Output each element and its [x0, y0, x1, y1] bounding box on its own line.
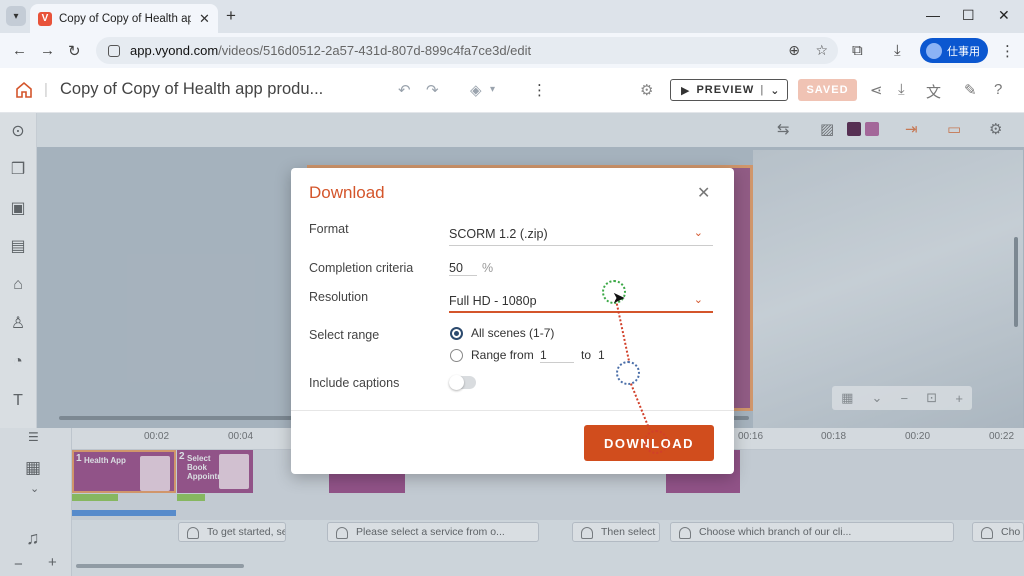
format-value: SCORM 1.2 (.zip) — [449, 227, 548, 241]
include-captions-toggle[interactable] — [449, 375, 476, 390]
click-marker-icon — [616, 361, 640, 385]
completion-input[interactable]: 50 — [449, 261, 477, 276]
format-chevron-icon: ⌄ — [693, 227, 703, 239]
site-info-icon[interactable] — [108, 44, 120, 57]
undo-icon[interactable]: ↶ — [398, 81, 411, 99]
vyond-favicon-icon: V — [38, 11, 52, 26]
maximize-icon[interactable]: ☐ — [962, 7, 975, 24]
range-from-label[interactable]: Range from — [471, 348, 534, 362]
completion-unit: % — [482, 261, 494, 275]
preview-divider: | — [760, 84, 765, 96]
dialog-divider — [291, 410, 734, 411]
reload-icon[interactable]: ↻ — [68, 42, 81, 60]
layers-icon[interactable]: ◈ — [470, 81, 482, 99]
resolution-value: Full HD - 1080p — [449, 294, 537, 308]
captions-label: Include captions — [309, 376, 400, 390]
browser-toolbar: ← → ↻ app.vyond.com /videos/516d0512-2a5… — [0, 33, 1024, 68]
browser-menu-icon[interactable]: ⋮ — [1000, 42, 1015, 60]
url-path: /videos/516d0512-2a57-431d-807d-899c4fa7… — [218, 43, 532, 58]
range-label: Select range — [309, 328, 380, 342]
preview-chevron-icon[interactable]: ⌄ — [770, 84, 780, 97]
new-tab-icon[interactable]: + — [226, 6, 236, 26]
resolution-label: Resolution — [309, 290, 369, 304]
settings-gear-icon[interactable]: ⚙ — [640, 81, 653, 99]
format-select[interactable]: SCORM 1.2 (.zip) ⌄ — [449, 224, 713, 246]
all-scenes-radio[interactable] — [450, 327, 463, 340]
layers-chevron-icon[interactable]: ▾ — [490, 84, 495, 95]
redo-icon[interactable]: ↷ — [426, 81, 439, 99]
range-to-input[interactable]: 1 — [598, 348, 628, 362]
close-dialog-icon[interactable]: ✕ — [697, 183, 710, 203]
url-host: app.vyond.com — [130, 43, 219, 58]
play-icon: ▶ — [681, 84, 691, 97]
preview-button[interactable]: ▶ PREVIEW | ⌄ — [670, 79, 788, 101]
help-icon[interactable]: ? — [994, 81, 1002, 98]
mouse-pointer-icon: ➤ — [612, 290, 626, 307]
close-tab-icon[interactable]: ✕ — [199, 11, 210, 27]
resolution-chevron-icon: ⌄ — [693, 294, 703, 306]
address-bar[interactable]: app.vyond.com /videos/516d0512-2a57-431d… — [96, 37, 838, 64]
dialog-title: Download — [309, 183, 385, 202]
completion-label: Completion criteria — [309, 261, 414, 275]
minimize-icon[interactable]: — — [926, 7, 940, 23]
project-title[interactable]: Copy of Copy of Health app produ... — [60, 80, 323, 99]
format-label: Format — [309, 222, 349, 236]
browser-tabstrip: ▾ V Copy of Copy of Health app pro ✕ + —… — [0, 0, 1024, 33]
back-icon[interactable]: ← — [12, 42, 27, 59]
share-icon[interactable]: ⋖ — [870, 81, 883, 99]
profile-label: 仕事用 — [947, 45, 980, 58]
edit-notes-icon[interactable]: ✎ — [964, 81, 977, 99]
resolution-select[interactable]: Full HD - 1080p ⌄ — [449, 291, 713, 313]
tab-title: Copy of Copy of Health app pro — [59, 12, 191, 25]
translate-icon[interactable]: 文 — [926, 81, 941, 102]
profile-button[interactable]: 仕事用 — [920, 38, 988, 63]
range-to-label: to — [581, 348, 592, 362]
home-icon[interactable] — [14, 80, 34, 100]
forward-icon[interactable]: → — [40, 42, 55, 59]
zoom-icon[interactable]: ⊕ — [788, 42, 800, 59]
saved-button[interactable]: SAVED — [798, 79, 857, 101]
tab-search-button[interactable]: ▾ — [6, 6, 26, 26]
more-options-icon[interactable]: ⋮ — [532, 81, 547, 99]
browser-tab[interactable]: V Copy of Copy of Health app pro ✕ — [30, 4, 218, 33]
download-icon[interactable]: ⤓ — [898, 81, 905, 98]
all-scenes-label[interactable]: All scenes (1-7) — [471, 326, 554, 340]
bookmark-star-icon[interactable]: ☆ — [815, 42, 828, 59]
header-divider: | — [44, 81, 48, 98]
extensions-icon[interactable]: ⧉ — [852, 42, 863, 59]
avatar — [926, 42, 942, 59]
download-dialog: Download ✕ Format SCORM 1.2 (.zip) ⌄ Com… — [291, 168, 734, 474]
preview-label: PREVIEW — [696, 84, 755, 96]
editor-header: | Copy of Copy of Health app produ... ↶ … — [0, 68, 1024, 113]
click-marker-icon — [644, 430, 668, 454]
downloads-icon[interactable]: ⤓ — [894, 42, 901, 59]
range-from-input[interactable]: 1 — [540, 348, 574, 363]
window-close-icon[interactable]: ✕ — [998, 7, 1010, 24]
range-from-radio[interactable] — [450, 349, 463, 362]
